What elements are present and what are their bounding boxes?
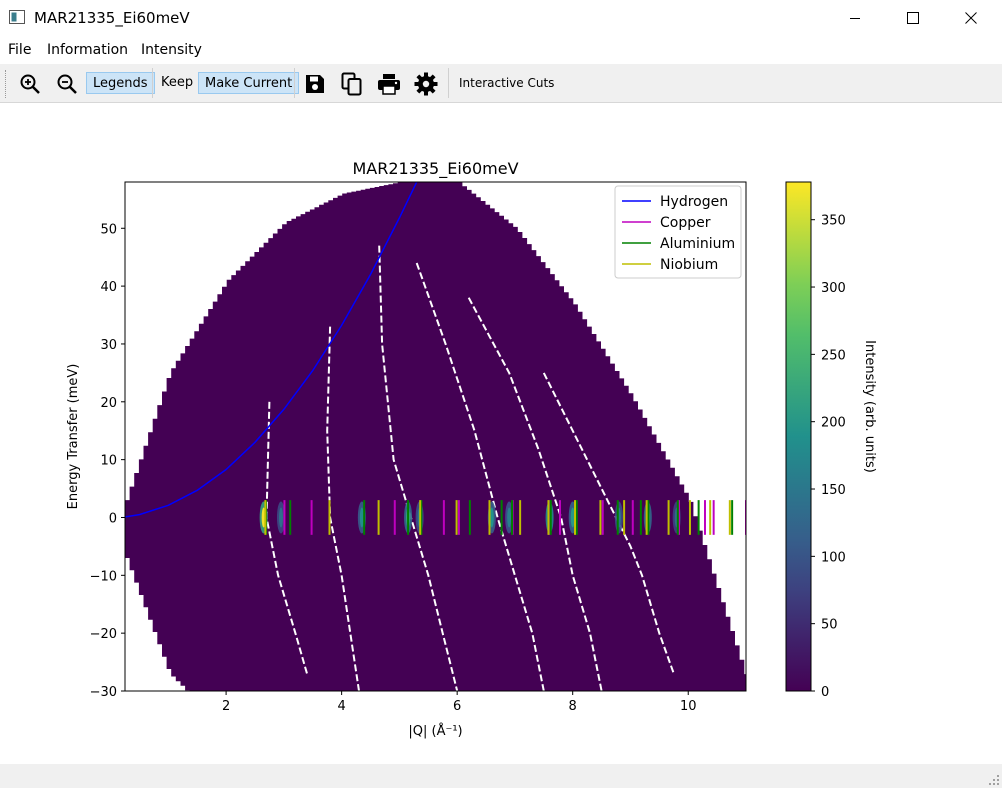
keep-label: Keep [161,75,194,90]
minimize-button[interactable] [832,0,878,36]
legend-entry-niobium: Niobium [660,257,718,273]
x-tick-label: 8 [569,699,577,714]
legend-entry-copper: Copper [660,215,711,231]
y-tick-label: −10 [90,569,117,584]
x-tick-label: 10 [680,699,697,714]
legend-entry-hydrogen: Hydrogen [660,194,728,210]
zoom-out-icon [57,74,77,94]
x-tick-label: 4 [337,699,345,714]
minimize-icon [850,18,860,19]
colorbar-tick-label: 100 [821,550,846,565]
keep-button[interactable]: Keep [155,72,199,94]
title-bar: MAR21335_Ei60meV [0,0,1002,36]
y-tick-label: 40 [100,280,117,295]
x-axis-label: |Q| (Å⁻¹) [408,723,462,739]
close-button[interactable] [948,0,994,36]
legends-toggle[interactable]: Legends [86,72,155,94]
colorbar-tick-label: 0 [821,685,829,700]
legend-entry-aluminium: Aluminium [660,236,735,252]
menu-information[interactable]: Information [47,42,128,58]
print-button[interactable] [375,70,403,98]
colorbar-tick-label: 150 [821,483,846,498]
y-tick-label: 0 [109,511,117,526]
copy-button[interactable] [338,70,366,98]
x-tick-label: 2 [222,699,230,714]
save-button[interactable] [301,70,329,98]
x-tick-label: 6 [453,699,461,714]
menu-intensity[interactable]: Intensity [141,42,202,58]
toolbar-separator [294,68,295,98]
legend[interactable]: Hydrogen Copper Aluminium Niobium [614,185,742,279]
status-bar [0,764,1002,788]
zoom-out-button[interactable] [53,70,81,98]
maximize-icon [907,12,919,24]
toolbar-grip[interactable] [5,70,8,98]
make-current-label: Make Current [198,72,300,94]
window-title: MAR21335_Ei60meV [34,9,190,27]
elastic-peak-core [278,507,283,528]
colorbar-tick-label: 200 [821,416,846,431]
y-tick-label: −20 [90,627,117,642]
y-tick-label: 50 [100,222,117,237]
y-axis-label: Energy Transfer (meV) [66,364,81,510]
app-icon [9,10,25,24]
toolbar-separator [152,68,153,98]
zoom-in-button[interactable] [16,70,44,98]
chart-title: MAR21335_Ei60meV [352,159,518,179]
colorbar-tick-label: 300 [821,281,846,296]
make-current-toggle[interactable]: Make Current [198,72,300,94]
toolbar-separator [448,68,449,98]
resize-grip-icon[interactable] [988,774,1000,786]
y-tick-label: 30 [100,338,117,353]
elastic-peak-core [507,507,512,528]
colorbar[interactable] [785,181,812,692]
menu-file[interactable]: File [8,42,31,58]
copy-icon [341,72,362,96]
colorbar-tick-label: 50 [821,618,838,633]
settings-button[interactable] [412,70,440,98]
interactive-cuts-button[interactable]: Interactive Cuts [453,72,560,94]
gear-icon [414,72,438,96]
plot-canvas[interactable]: 2 4 6 8 10 −30 −20 −10 0 10 20 30 40 50 MAR21335_Ei60m… [0,103,1002,763]
interactive-cuts-label: Interactive Cuts [459,76,555,90]
y-tick-label: −30 [90,685,117,700]
print-icon [378,74,400,95]
colorbar-tick-label: 350 [821,214,846,229]
legends-label: Legends [86,72,155,94]
colorbar-tick-label: 250 [821,348,846,363]
save-icon [306,75,324,93]
colorbar-label: Intensity (arb. units) [862,340,877,473]
close-icon [965,12,977,24]
maximize-button[interactable] [890,0,936,36]
y-tick-label: 10 [100,454,117,469]
zoom-in-icon [20,74,40,94]
y-tick-label: 20 [100,396,117,411]
